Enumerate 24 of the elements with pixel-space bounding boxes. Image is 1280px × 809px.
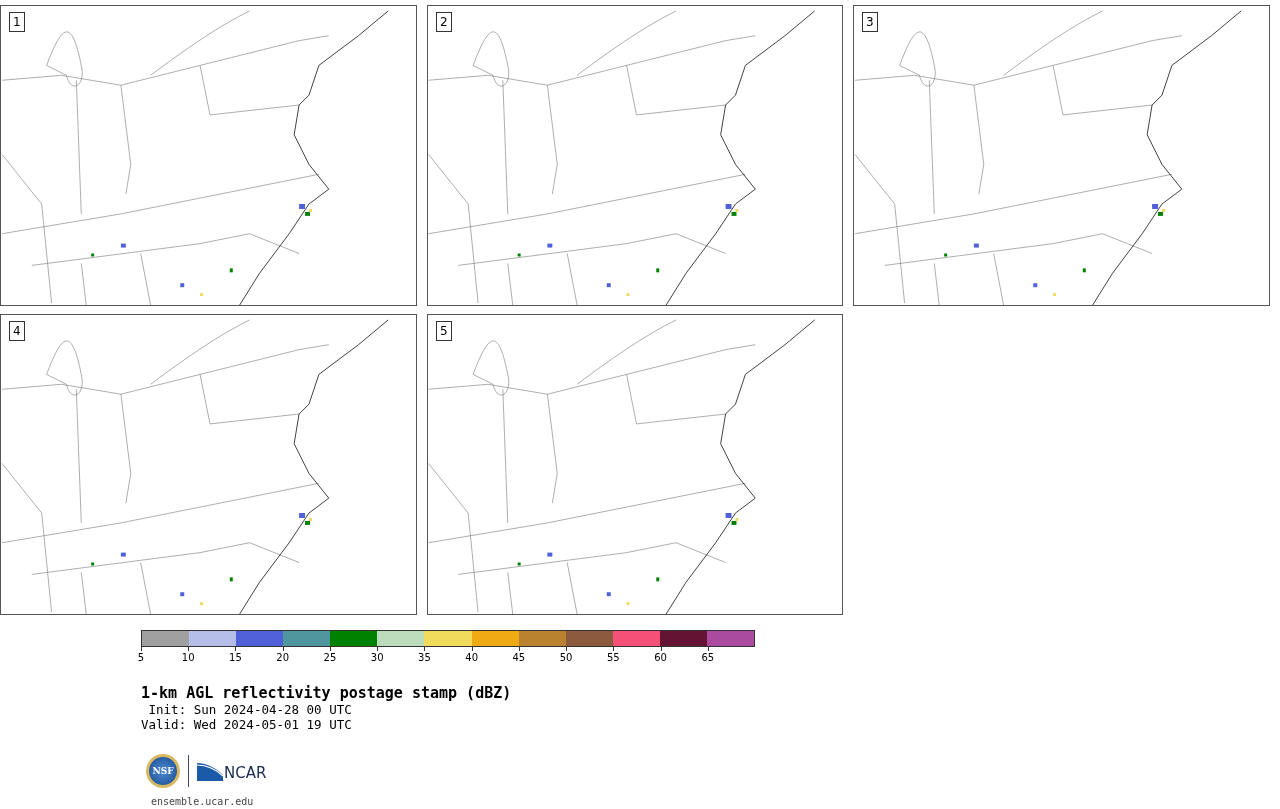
tick-label: 45 [512,652,526,663]
valid-time: Valid: Wed 2024-05-01 19 UTC [141,717,353,732]
panel-number: 4 [9,321,25,341]
tick-label: 20 [276,652,290,663]
tick-label: 50 [559,652,573,663]
chart-title: 1-km AGL reflectivity postage stamp (dBZ) [141,684,513,702]
tick-label: 40 [465,652,478,663]
tick-label: 35 [418,652,431,663]
tick-label: 5 [137,652,145,663]
website-url: ensemble.ucar.edu [151,796,255,807]
panel-number: 2 [436,12,452,32]
panel-number: 3 [862,12,878,32]
tick-label: 65 [701,652,715,663]
panel-number: 5 [436,321,452,341]
init-time: Init: Sun 2024-04-28 00 UTC [147,702,353,717]
ncar-logo: NCAR [197,761,267,781]
tick-label: 15 [229,652,242,663]
tick-label: 55 [607,652,620,663]
tick-label: 60 [654,652,667,663]
tick-label: 25 [323,652,337,663]
panel-number: 1 [9,12,25,32]
tick-label: 10 [181,652,195,663]
nsf-logo: NSF [146,754,180,788]
tick-label: 30 [370,652,384,663]
